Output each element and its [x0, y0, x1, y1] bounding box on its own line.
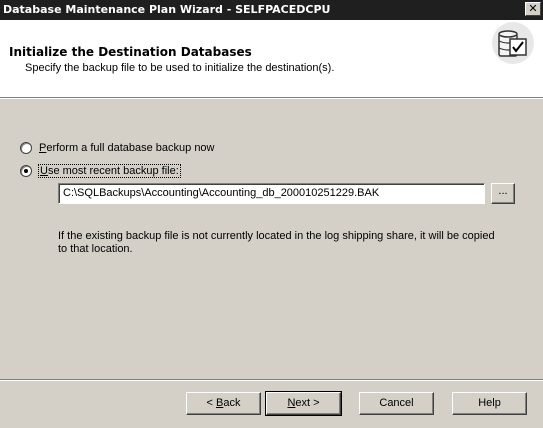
recent-backup-label: Use most recent backup file: [38, 164, 181, 178]
footer-divider-highlight [0, 380, 543, 381]
cancel-button[interactable]: Cancel [359, 392, 434, 415]
full-backup-option[interactable]: Perform a full database backup now [20, 141, 215, 155]
page-title: Initialize the Destination Databases [9, 45, 252, 59]
window-title: Database Maintenance Plan Wizard - SELFP… [3, 3, 331, 16]
full-backup-radio[interactable] [20, 142, 32, 154]
help-button[interactable]: Help [452, 392, 527, 415]
title-bar: Database Maintenance Plan Wizard - SELFP… [0, 0, 543, 20]
backup-file-input[interactable]: C:\SQLBackups\Accounting\Accounting_db_2… [58, 183, 485, 204]
browse-button[interactable]: ... [491, 183, 515, 204]
full-backup-label: Perform a full database backup now [39, 142, 215, 154]
close-button[interactable]: ✕ [525, 2, 541, 16]
next-button[interactable]: Next > [265, 391, 342, 416]
header-divider-highlight [0, 98, 543, 99]
wizard-header: Initialize the Destination Databases Spe… [0, 20, 543, 97]
recent-backup-radio[interactable] [20, 165, 32, 177]
database-check-icon [492, 22, 534, 64]
info-text: If the existing backup file is not curre… [58, 230, 495, 255]
back-button[interactable]: < Back [186, 392, 261, 415]
recent-backup-option[interactable]: Use most recent backup file: [20, 164, 181, 178]
page-subtitle: Specify the backup file to be used to in… [25, 62, 335, 74]
